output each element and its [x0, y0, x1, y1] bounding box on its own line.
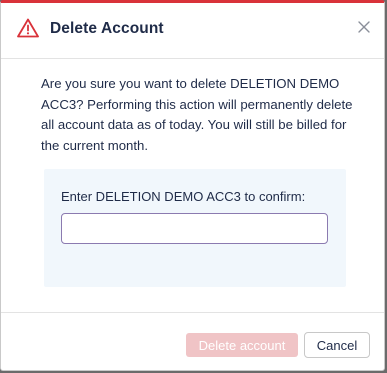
confirm-panel: Enter DELETION DEMO ACC3 to confirm: — [44, 169, 346, 287]
delete-account-dialog: Delete Account Are you sure you want to … — [0, 0, 385, 371]
delete-account-button[interactable]: Delete account — [186, 333, 298, 357]
dialog-header: Delete Account — [1, 3, 384, 59]
dialog-title: Delete Account — [50, 20, 164, 37]
dialog-footer: Delete account Cancel — [1, 312, 384, 370]
dialog-message: Are you sure you want to delete DELETION… — [41, 76, 353, 153]
confirm-input[interactable] — [61, 213, 328, 244]
close-icon[interactable] — [356, 19, 372, 35]
cancel-button[interactable]: Cancel — [304, 332, 370, 358]
confirm-label: Enter DELETION DEMO ACC3 to confirm: — [61, 189, 306, 204]
warning-triangle-icon — [17, 18, 39, 38]
